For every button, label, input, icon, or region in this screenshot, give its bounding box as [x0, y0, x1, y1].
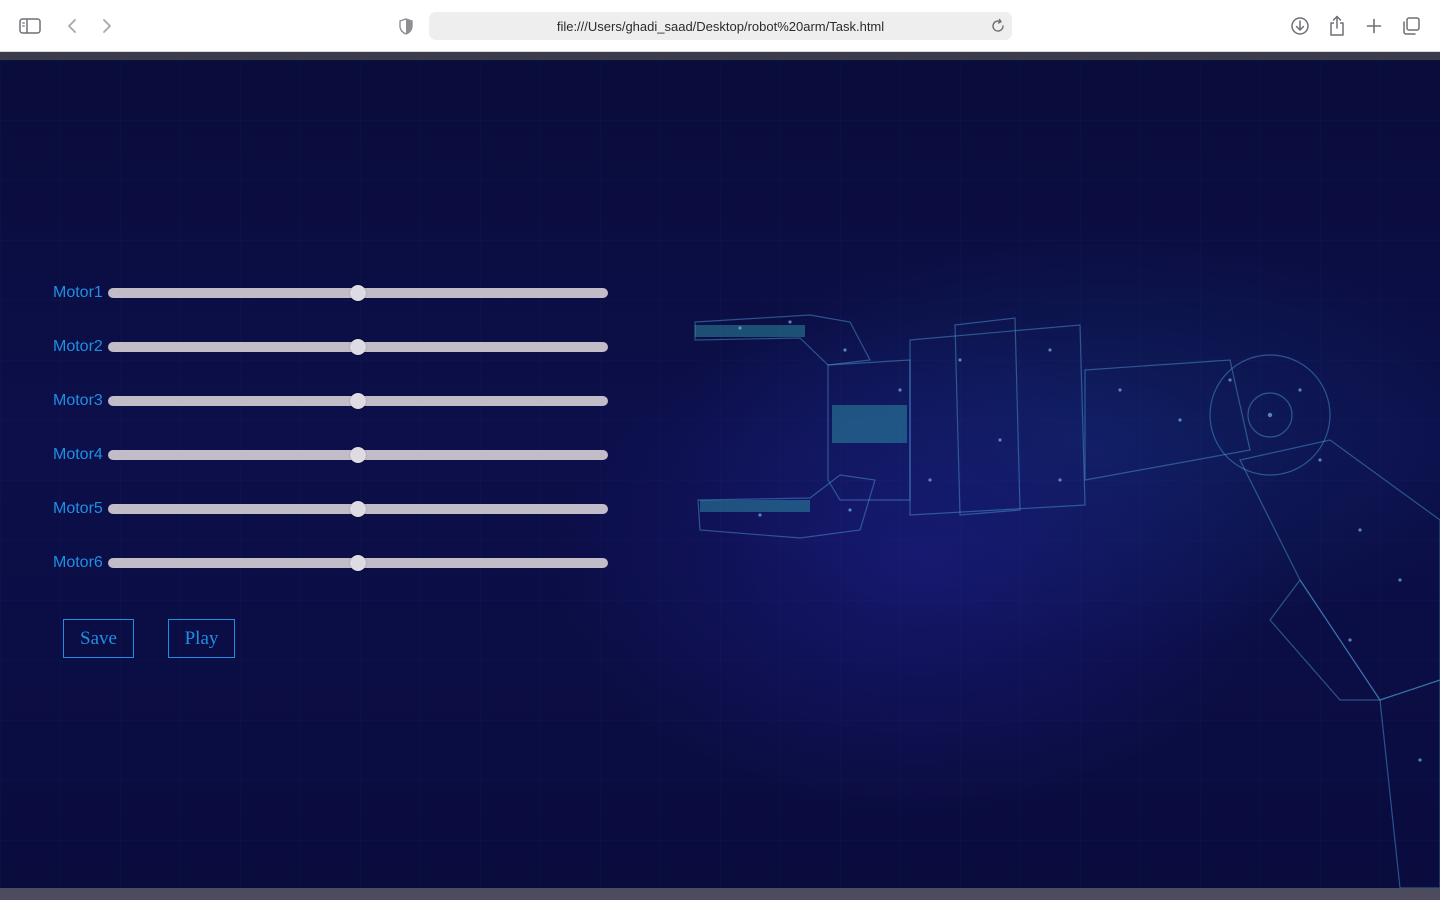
motor-label: Motor1: [53, 284, 103, 301]
motor5-slider[interactable]: [108, 497, 608, 521]
slider-thumb[interactable]: [350, 285, 366, 301]
download-icon[interactable]: [1288, 14, 1312, 38]
shield-icon[interactable]: [394, 14, 418, 38]
motor-label: Motor5: [53, 500, 103, 517]
slider-thumb[interactable]: [350, 555, 366, 571]
browser-toolbar: file:///Users/ghadi_saad/Desktop/robot%2…: [0, 0, 1440, 52]
share-icon[interactable]: [1325, 14, 1349, 38]
motor2-slider[interactable]: [108, 335, 608, 359]
back-icon[interactable]: [60, 14, 84, 38]
forward-icon[interactable]: [95, 14, 119, 38]
save-button[interactable]: Save: [63, 619, 134, 658]
play-button[interactable]: Play: [168, 619, 235, 658]
motor-label: Motor4: [53, 446, 103, 463]
tab-overview-icon[interactable]: [1399, 14, 1423, 38]
motor4-slider[interactable]: [108, 443, 608, 467]
slider-thumb[interactable]: [350, 339, 366, 355]
motor-row-4: Motor4: [53, 443, 608, 467]
motor-label: Motor2: [53, 338, 103, 355]
motor-row-6: Motor6: [53, 551, 608, 575]
motor3-slider[interactable]: [108, 389, 608, 413]
reload-icon[interactable]: [990, 18, 1006, 34]
motor-label: Motor6: [53, 554, 103, 571]
url-text: file:///Users/ghadi_saad/Desktop/robot%2…: [556, 18, 885, 34]
motor-row-3: Motor3: [53, 389, 608, 413]
motor1-slider[interactable]: [108, 281, 608, 305]
new-tab-icon[interactable]: [1362, 14, 1386, 38]
slider-thumb[interactable]: [350, 501, 366, 517]
sidebar-icon[interactable]: [18, 14, 42, 38]
robot-arm-background-image: [0, 60, 1440, 888]
robot-control-page: Motor1 Motor2 Motor3 Motor4 Motor5 Motor…: [0, 60, 1440, 888]
motor6-slider[interactable]: [108, 551, 608, 575]
slider-thumb[interactable]: [350, 447, 366, 463]
motor-row-5: Motor5: [53, 497, 608, 521]
motor-row-1: Motor1: [53, 281, 608, 305]
motor-row-2: Motor2: [53, 335, 608, 359]
window-bottom-edge: [0, 888, 1440, 900]
motor-label: Motor3: [53, 392, 103, 409]
slider-thumb[interactable]: [350, 393, 366, 409]
toolbar-shadow: [0, 52, 1440, 60]
address-bar[interactable]: file:///Users/ghadi_saad/Desktop/robot%2…: [429, 12, 1012, 40]
